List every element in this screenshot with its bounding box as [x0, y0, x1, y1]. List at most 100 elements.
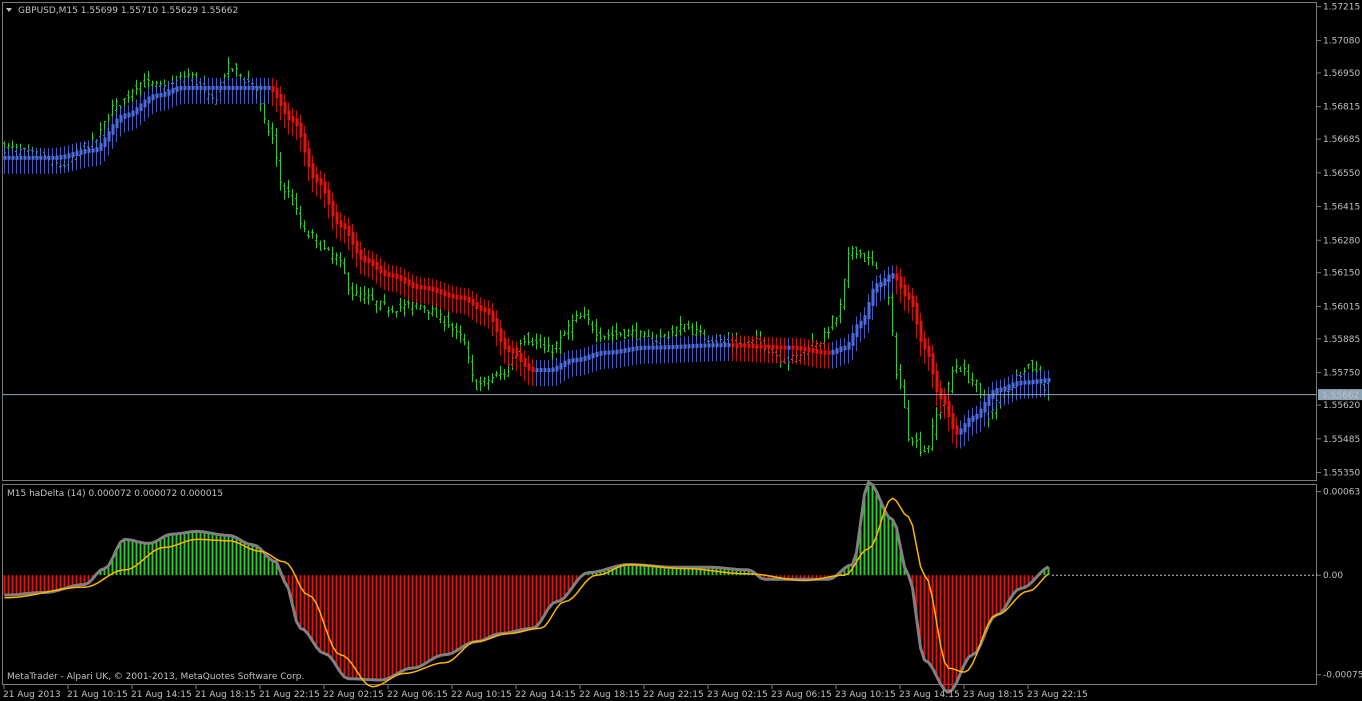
heiken-ashi-bar-down: [395, 265, 399, 294]
heiken-ashi-bar-down: [531, 358, 535, 387]
heiken-ashi-bar-up: [599, 342, 603, 370]
heiken-ashi-bar-down: [407, 271, 411, 300]
heiken-ashi-bar-down: [483, 299, 487, 327]
price-bar: [343, 257, 346, 275]
heiken-ashi-bar-up: [1007, 376, 1011, 405]
heiken-ashi-bar-up: [1003, 378, 1007, 406]
price-bar: [523, 335, 526, 346]
price-bar: [927, 445, 930, 454]
price-bar: [227, 57, 230, 81]
heiken-ashi-bar-down: [775, 337, 779, 364]
heiken-ashi-bar-down: [351, 224, 355, 259]
price-bar: [567, 319, 570, 340]
heiken-ashi-bar-up: [555, 357, 559, 386]
heiken-ashi-bar-up: [163, 83, 167, 111]
price-bar: [923, 445, 926, 453]
heiken-ashi-bar-down: [951, 405, 955, 444]
price-bar: [531, 337, 534, 347]
heiken-ashi-bar-up: [647, 337, 651, 364]
heiken-ashi-bar-up: [859, 312, 863, 343]
heiken-ashi-bar-up: [191, 77, 195, 104]
heiken-ashi-bar-down: [303, 125, 307, 167]
price-bar: [363, 285, 366, 304]
indicator-panel[interactable]: 0.00063 0.00 -0.00075 M15 haDelta (14) 0.0…: [2, 480, 1362, 694]
price-bar: [895, 332, 898, 380]
heiken-ashi-bar-down: [463, 287, 467, 315]
heiken-ashi-bar-up: [543, 360, 547, 387]
heiken-ashi-bar-up: [27, 147, 31, 174]
heiken-ashi-bar-down: [495, 310, 499, 347]
price-bar: [583, 306, 586, 319]
time-tick-label: 23 Aug 06:15: [771, 690, 832, 700]
price-bar: [547, 336, 550, 352]
heiken-ashi-bar-up: [563, 352, 567, 382]
heiken-ashi-bar-up: [719, 335, 723, 362]
price-bar: [1031, 359, 1034, 373]
heiken-ashi-bar-up: [215, 77, 219, 104]
price-bar: [131, 89, 134, 102]
heiken-ashi-bar-up: [619, 340, 623, 368]
delta-line: [4, 480, 1050, 694]
heiken-ashi-bar-down: [815, 340, 819, 368]
price-bar: [591, 320, 594, 334]
price-bar: [683, 323, 686, 332]
main-chart-panel[interactable]: 1.57215 1.57080 1.56950 1.56815 1.56685 1.565…: [2, 2, 1362, 481]
price-bar: [387, 306, 390, 317]
main-panel-border: [2, 2, 1317, 481]
price-bar: [235, 62, 238, 77]
heiken-ashi-bar-up: [167, 81, 171, 110]
heiken-ashi-bar-up: [231, 77, 235, 104]
heiken-ashi-bar-up: [671, 336, 675, 364]
heiken-ashi-bar-up: [35, 147, 39, 174]
price-bar: [843, 278, 846, 311]
heiken-ashi-bar-down: [319, 170, 323, 200]
price-tick-label: 1.55620: [1323, 401, 1360, 411]
heiken-ashi-bar-up: [571, 350, 575, 377]
heiken-ashi-bar-down: [279, 86, 283, 121]
price-bar: [499, 365, 502, 381]
heiken-ashi-bar-up: [143, 91, 147, 122]
price-bar: [963, 359, 966, 376]
heiken-ashi-bar-up: [887, 266, 891, 297]
price-bar: [931, 417, 934, 452]
price-bar: [599, 327, 602, 342]
time-tick-label: 23 Aug 22:15: [1027, 690, 1088, 700]
heiken-ashi-bar-down: [291, 108, 295, 137]
price-bar: [571, 314, 574, 341]
heiken-ashi-bar-up: [587, 346, 591, 374]
heiken-ashi-bar-down: [311, 155, 315, 193]
price-bar: [899, 363, 902, 390]
heiken-ashi-bar-down: [811, 340, 815, 367]
time-axis: 21 Aug 2013 21 Aug 10:15 21 Aug 14:15 21 Au…: [3, 684, 1088, 700]
heiken-ashi-bar-down: [755, 336, 759, 363]
price-bar: [867, 250, 870, 266]
time-tick-label: 22 Aug 10:15: [451, 690, 512, 700]
copyright-text: MetaTrader - Alpari UK, © 2001-2013, Met…: [7, 672, 304, 682]
price-bar: [127, 90, 130, 104]
heiken-ashi-bar-up: [223, 77, 227, 104]
price-bar: [1035, 361, 1038, 373]
heiken-ashi-bar-up: [871, 280, 875, 320]
price-bar: [403, 299, 406, 317]
heiken-ashi-bar-up: [123, 105, 127, 133]
heiken-ashi-bar-down: [743, 335, 747, 362]
price-bar: [615, 322, 618, 340]
triangle-down-icon[interactable]: [6, 8, 12, 12]
indicator-tick-label: 0.00: [1323, 571, 1343, 581]
heiken-ashi-bar-up: [175, 78, 179, 106]
heiken-ashi-bar-down: [911, 287, 915, 322]
price-bar: [335, 252, 338, 266]
heiken-ashi-bar-down: [335, 204, 339, 239]
price-bar: [835, 316, 838, 327]
heiken-ashi-bar-down: [387, 264, 391, 292]
heiken-ashi-bar-down: [327, 181, 331, 219]
heiken-ashi-bar-up: [855, 316, 859, 352]
price-bar: [623, 328, 626, 340]
heiken-ashi-bar-up: [551, 359, 555, 387]
price-tick-label: 1.56950: [1323, 69, 1360, 79]
heiken-ashi-bar-down: [511, 340, 515, 368]
price-bar: [351, 282, 354, 301]
price-bar: [307, 230, 310, 239]
price-bar: [295, 192, 298, 215]
heiken-ashi-bar-down: [399, 267, 403, 296]
